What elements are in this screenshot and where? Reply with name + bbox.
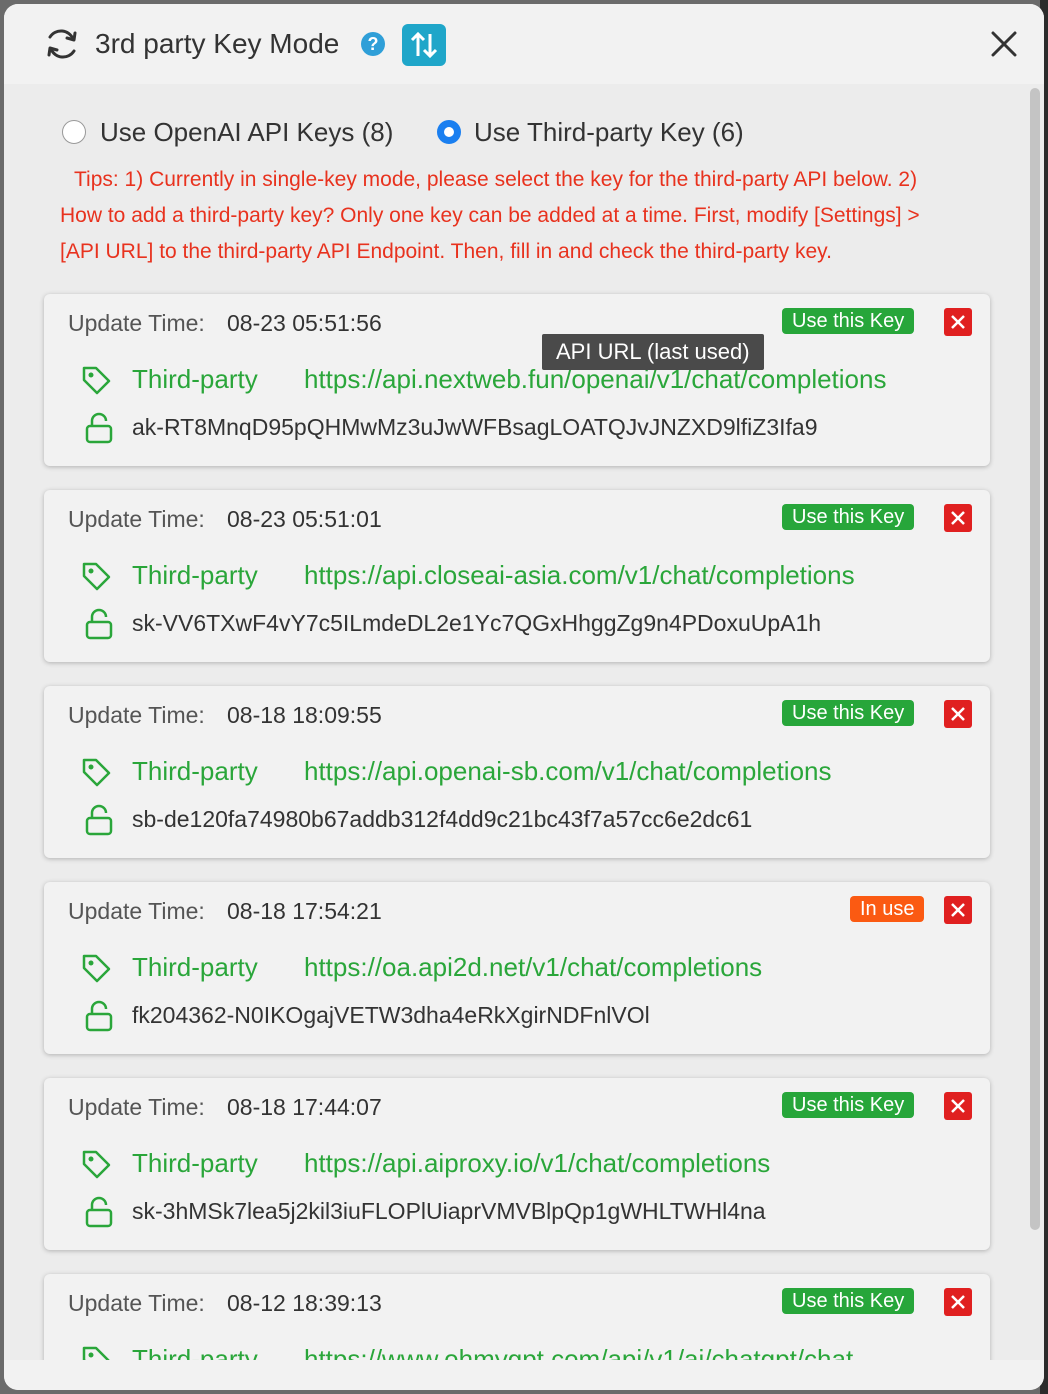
delete-key-button[interactable] — [944, 896, 972, 924]
key-card: Update Time: 08-18 18:09:55 Use this Key… — [44, 686, 990, 858]
provider-label: Third-party — [132, 1344, 258, 1360]
api-url: https://api.aiproxy.io/v1/chat/completio… — [304, 1148, 771, 1178]
api-url: https://oa.api2d.net/v1/chat/completions — [304, 952, 763, 982]
use-key-button[interactable]: Use this Key — [782, 1092, 915, 1118]
delete-key-button[interactable] — [944, 700, 972, 728]
dialog-content: Use OpenAI API Keys (8) Use Third-party … — [4, 84, 1044, 1360]
swap-arrows-icon — [410, 31, 438, 59]
tag-icon — [82, 1346, 110, 1360]
lock-icon — [85, 1000, 113, 1032]
in-use-badge: In use — [850, 896, 925, 922]
radio-third-party-key[interactable] — [437, 120, 461, 144]
key-card: Update Time: 08-18 17:44:07 Use this Key… — [44, 1078, 990, 1250]
lock-icon — [85, 608, 113, 640]
tips-line: How to add a third-party key? Only one k… — [60, 204, 920, 227]
dialog-footer — [4, 1360, 1044, 1390]
update-time-value: 08-18 17:54:21 — [227, 898, 382, 924]
close-icon[interactable] — [988, 28, 1020, 60]
close-icon — [951, 1099, 965, 1113]
help-icon[interactable]: ? — [361, 32, 385, 56]
key-card: Update Time: 08-12 18:39:13 Use this Key… — [44, 1274, 990, 1360]
key-card: Update Time: 08-23 05:51:01 Use this Key… — [44, 490, 990, 662]
close-icon — [951, 1295, 965, 1309]
switch-mode-button[interactable] — [402, 24, 446, 66]
close-icon — [951, 315, 965, 329]
provider-label: Third-party — [132, 756, 258, 786]
use-key-button[interactable]: Use this Key — [782, 1288, 915, 1314]
provider-label: Third-party — [132, 952, 258, 982]
update-time-value: 08-23 05:51:56 — [227, 310, 382, 336]
api-key-value: ak-RT8MnqD95pQHMwMz3uJwWFBsagLOATQJvJNZX… — [132, 414, 818, 440]
use-key-button[interactable]: Use this Key — [782, 308, 915, 334]
tag-icon — [82, 1150, 111, 1179]
delete-key-button[interactable] — [944, 1288, 972, 1316]
use-key-button[interactable]: Use this Key — [782, 504, 915, 530]
lock-icon — [85, 1196, 113, 1228]
lock-icon — [85, 804, 113, 836]
update-time-label: Update Time: — [68, 310, 205, 336]
api-key-value: fk204362-N0IKOgajVETW3dha4eRkXgirNDFnlVO… — [132, 1002, 650, 1028]
close-icon — [951, 707, 965, 721]
provider-label: Third-party — [132, 364, 258, 394]
provider-label: Third-party — [132, 1148, 258, 1178]
radio-openai-keys[interactable] — [62, 120, 86, 144]
key-card: Update Time: 08-18 17:54:21 In use Third… — [44, 882, 990, 1054]
update-time-value: 08-12 18:39:13 — [227, 1290, 382, 1316]
close-icon — [951, 511, 965, 525]
radio-openai-keys-label[interactable]: Use OpenAI API Keys (8) — [100, 116, 393, 148]
tag-icon — [82, 954, 111, 983]
tag-icon — [82, 758, 111, 787]
update-time-label: Update Time: — [68, 506, 205, 532]
delete-key-button[interactable] — [944, 1092, 972, 1120]
dialog-header: 3rd party Key Mode ? — [4, 4, 1044, 84]
api-key-value: sk-VV6TXwF4vY7c5ILmdeDL2e1Yc7QGxHhggZg9n… — [132, 610, 822, 636]
update-time-label: Update Time: — [68, 702, 205, 728]
update-time-value: 08-18 18:09:55 — [227, 702, 382, 728]
api-url-tooltip: API URL (last used) — [542, 334, 764, 370]
api-url: https://www.ohmygpt.com/api/v1/ai/chatgp… — [304, 1344, 854, 1360]
provider-label: Third-party — [132, 560, 258, 590]
use-key-button[interactable]: Use this Key — [782, 700, 915, 726]
delete-key-button[interactable] — [944, 504, 972, 532]
tips-text: Tips: 1) Currently in single-key mode, p… — [60, 162, 980, 270]
tips-line: [API URL] to the third-party API Endpoin… — [60, 240, 832, 263]
update-time-value: 08-18 17:44:07 — [227, 1094, 382, 1120]
api-key-value: sb-de120fa74980b67addb312f4dd9c21bc43f7a… — [132, 806, 753, 832]
key-mode-dialog: 3rd party Key Mode ? Use OpenAI API Keys… — [4, 4, 1044, 1390]
lock-icon — [85, 412, 113, 444]
scrollbar[interactable] — [1030, 88, 1040, 1230]
radio-third-party-key-label[interactable]: Use Third-party Key (6) — [474, 116, 744, 148]
update-time-label: Update Time: — [68, 1094, 205, 1120]
tag-icon — [82, 562, 111, 591]
close-icon — [951, 903, 965, 917]
dialog-title: 3rd party Key Mode — [95, 28, 340, 59]
update-time-label: Update Time: — [68, 898, 205, 924]
tag-icon — [82, 366, 111, 395]
delete-key-button[interactable] — [944, 308, 972, 336]
api-url: https://api.openai-sb.com/v1/chat/comple… — [304, 756, 832, 786]
api-url: https://api.closeai-asia.com/v1/chat/com… — [304, 560, 855, 590]
api-key-value: sk-3hMSk7lea5j2kil3iuFLOPlUiaprVMVBlpQp1… — [132, 1198, 766, 1224]
update-time-label: Update Time: — [68, 1290, 205, 1316]
refresh-icon[interactable] — [42, 24, 82, 64]
key-card: Update Time: 08-23 05:51:56 Use this Key… — [44, 294, 990, 466]
update-time-value: 08-23 05:51:01 — [227, 506, 382, 532]
tips-line: Tips: 1) Currently in single-key mode, p… — [74, 168, 918, 191]
